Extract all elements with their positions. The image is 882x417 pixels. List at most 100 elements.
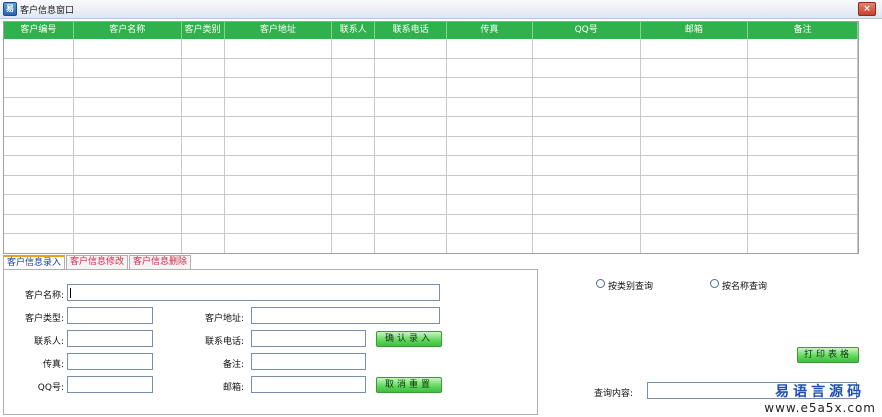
- tab-customer-entry[interactable]: 客户信息录入: [3, 255, 66, 270]
- customer-name-input[interactable]: [67, 284, 440, 301]
- table-cell[interactable]: [225, 97, 333, 116]
- table-cell[interactable]: [74, 175, 182, 194]
- table-cell[interactable]: [748, 136, 858, 155]
- table-cell[interactable]: [332, 136, 376, 155]
- table-cell[interactable]: [748, 97, 858, 116]
- table-cell[interactable]: [225, 39, 333, 58]
- table-cell[interactable]: [375, 58, 447, 77]
- table-cell[interactable]: [4, 175, 74, 194]
- table-cell[interactable]: [748, 58, 858, 77]
- table-cell[interactable]: [375, 175, 447, 194]
- table-cell[interactable]: [748, 156, 858, 175]
- table-cell[interactable]: [641, 97, 749, 116]
- radio-by-name[interactable]: [710, 279, 719, 288]
- contact-input[interactable]: [67, 330, 153, 347]
- column-header-qq[interactable]: QQ号: [533, 22, 641, 39]
- table-cell[interactable]: [375, 117, 447, 136]
- table-row[interactable]: [4, 78, 858, 98]
- table-cell[interactable]: [447, 175, 533, 194]
- table-cell[interactable]: [4, 39, 74, 58]
- table-cell[interactable]: [332, 97, 376, 116]
- column-header-phone[interactable]: 联系电话: [375, 22, 447, 39]
- table-cell[interactable]: [375, 214, 447, 233]
- customer-grid[interactable]: 客户编号 客户名称 客户类别 客户地址 联系人 联系电话 传真 QQ号 邮箱 备…: [3, 21, 859, 254]
- table-cell[interactable]: [533, 214, 641, 233]
- column-header-fax[interactable]: 传真: [447, 22, 533, 39]
- table-cell[interactable]: [748, 117, 858, 136]
- table-row[interactable]: [4, 97, 858, 117]
- table-cell[interactable]: [533, 136, 641, 155]
- table-cell[interactable]: [332, 175, 376, 194]
- table-cell[interactable]: [748, 195, 858, 214]
- table-cell[interactable]: [375, 97, 447, 116]
- table-cell[interactable]: [447, 214, 533, 233]
- table-cell[interactable]: [74, 136, 182, 155]
- table-cell[interactable]: [332, 214, 376, 233]
- table-cell[interactable]: [225, 58, 333, 77]
- table-cell[interactable]: [74, 39, 182, 58]
- table-cell[interactable]: [182, 39, 225, 58]
- table-row[interactable]: [4, 234, 858, 253]
- qq-input[interactable]: [67, 376, 153, 393]
- table-cell[interactable]: [641, 117, 749, 136]
- table-cell[interactable]: [225, 195, 333, 214]
- table-cell[interactable]: [447, 39, 533, 58]
- table-cell[interactable]: [225, 136, 333, 155]
- table-cell[interactable]: [182, 175, 225, 194]
- table-cell[interactable]: [74, 97, 182, 116]
- table-cell[interactable]: [225, 156, 333, 175]
- table-cell[interactable]: [225, 234, 333, 253]
- table-cell[interactable]: [225, 214, 333, 233]
- table-cell[interactable]: [4, 156, 74, 175]
- table-cell[interactable]: [533, 175, 641, 194]
- table-cell[interactable]: [4, 214, 74, 233]
- tab-customer-edit[interactable]: 客户信息修改: [66, 255, 129, 270]
- table-cell[interactable]: [447, 195, 533, 214]
- table-cell[interactable]: [641, 175, 749, 194]
- table-cell[interactable]: [225, 78, 333, 97]
- column-header-customer-name[interactable]: 客户名称: [74, 22, 182, 39]
- table-cell[interactable]: [332, 58, 376, 77]
- column-header-email[interactable]: 邮箱: [641, 22, 749, 39]
- table-row[interactable]: [4, 175, 858, 195]
- table-cell[interactable]: [182, 214, 225, 233]
- tab-customer-delete[interactable]: 客户信息删除: [129, 255, 192, 270]
- table-cell[interactable]: [533, 78, 641, 97]
- table-cell[interactable]: [447, 58, 533, 77]
- table-cell[interactable]: [4, 195, 74, 214]
- table-cell[interactable]: [375, 156, 447, 175]
- customer-address-input[interactable]: [251, 307, 440, 324]
- table-row[interactable]: [4, 156, 858, 176]
- phone-input[interactable]: [251, 330, 366, 347]
- column-header-contact[interactable]: 联系人: [332, 22, 376, 39]
- table-cell[interactable]: [447, 117, 533, 136]
- table-cell[interactable]: [748, 234, 858, 253]
- table-row[interactable]: [4, 58, 858, 78]
- table-cell[interactable]: [641, 156, 749, 175]
- table-cell[interactable]: [533, 97, 641, 116]
- table-cell[interactable]: [182, 234, 225, 253]
- table-cell[interactable]: [4, 97, 74, 116]
- radio-by-category-label[interactable]: 按类别查询: [608, 279, 653, 292]
- table-cell[interactable]: [375, 78, 447, 97]
- column-header-remark[interactable]: 备注: [748, 22, 858, 39]
- table-cell[interactable]: [447, 234, 533, 253]
- close-button[interactable]: ×: [858, 2, 876, 16]
- table-cell[interactable]: [447, 78, 533, 97]
- table-cell[interactable]: [533, 195, 641, 214]
- table-cell[interactable]: [641, 39, 749, 58]
- table-cell[interactable]: [225, 117, 333, 136]
- table-row[interactable]: [4, 214, 858, 234]
- table-cell[interactable]: [332, 78, 376, 97]
- table-cell[interactable]: [74, 234, 182, 253]
- table-row[interactable]: [4, 117, 858, 137]
- table-cell[interactable]: [74, 156, 182, 175]
- radio-by-category[interactable]: [596, 279, 605, 288]
- table-cell[interactable]: [182, 195, 225, 214]
- table-cell[interactable]: [74, 117, 182, 136]
- table-cell[interactable]: [182, 58, 225, 77]
- table-cell[interactable]: [447, 136, 533, 155]
- table-cell[interactable]: [182, 136, 225, 155]
- table-cell[interactable]: [375, 39, 447, 58]
- column-header-customer-category[interactable]: 客户类别: [182, 22, 225, 39]
